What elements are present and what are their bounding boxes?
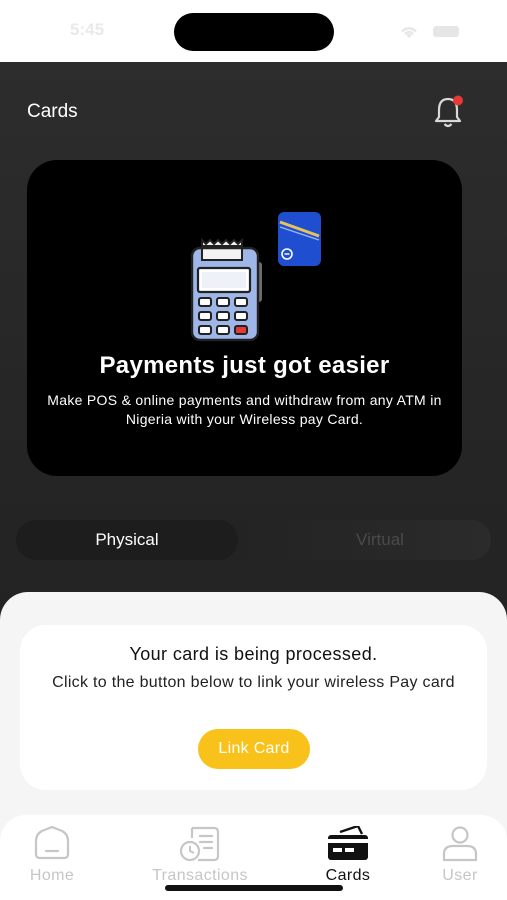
pos-terminal-illustration [190,212,321,342]
tab-physical[interactable]: Physical [16,530,238,550]
notification-button[interactable] [432,95,464,129]
terminal-illustration [190,237,262,342]
banner-description: Make POS & online payments and withdraw … [47,392,442,427]
tab-cards-label: Cards [325,867,371,884]
user-icon [442,826,478,862]
bell-icon [434,95,463,128]
tab-user[interactable]: User [405,818,507,888]
tab-cards[interactable]: Cards [293,818,403,888]
link-card-button[interactable]: Link Card [198,729,310,769]
home-icon [34,826,70,860]
status-bar: 5:45 [0,0,507,62]
card-status-title: Your card is being processed. [129,644,378,664]
status-time: 5:45 [70,20,105,39]
tab-virtual[interactable]: Virtual [269,530,491,550]
dynamic-island [174,13,334,51]
page-title: Cards [27,101,78,122]
banner-title: Payments just got easier [99,352,390,379]
tab-user-label: User [442,867,478,884]
notification-dot [453,95,463,106]
wifi-icon [401,27,417,38]
card-illustration [278,212,321,266]
battery-icon [433,26,459,37]
tab-home[interactable]: Home [0,818,107,888]
home-indicator [165,885,343,891]
cards-icon [328,826,368,860]
transactions-icon [179,826,220,862]
tab-transactions[interactable]: Transactions [145,818,255,888]
tab-transactions-label: Transactions [152,867,248,884]
tab-home-label: Home [29,867,75,884]
card-status-description: Click to the button below to link your w… [52,674,455,691]
